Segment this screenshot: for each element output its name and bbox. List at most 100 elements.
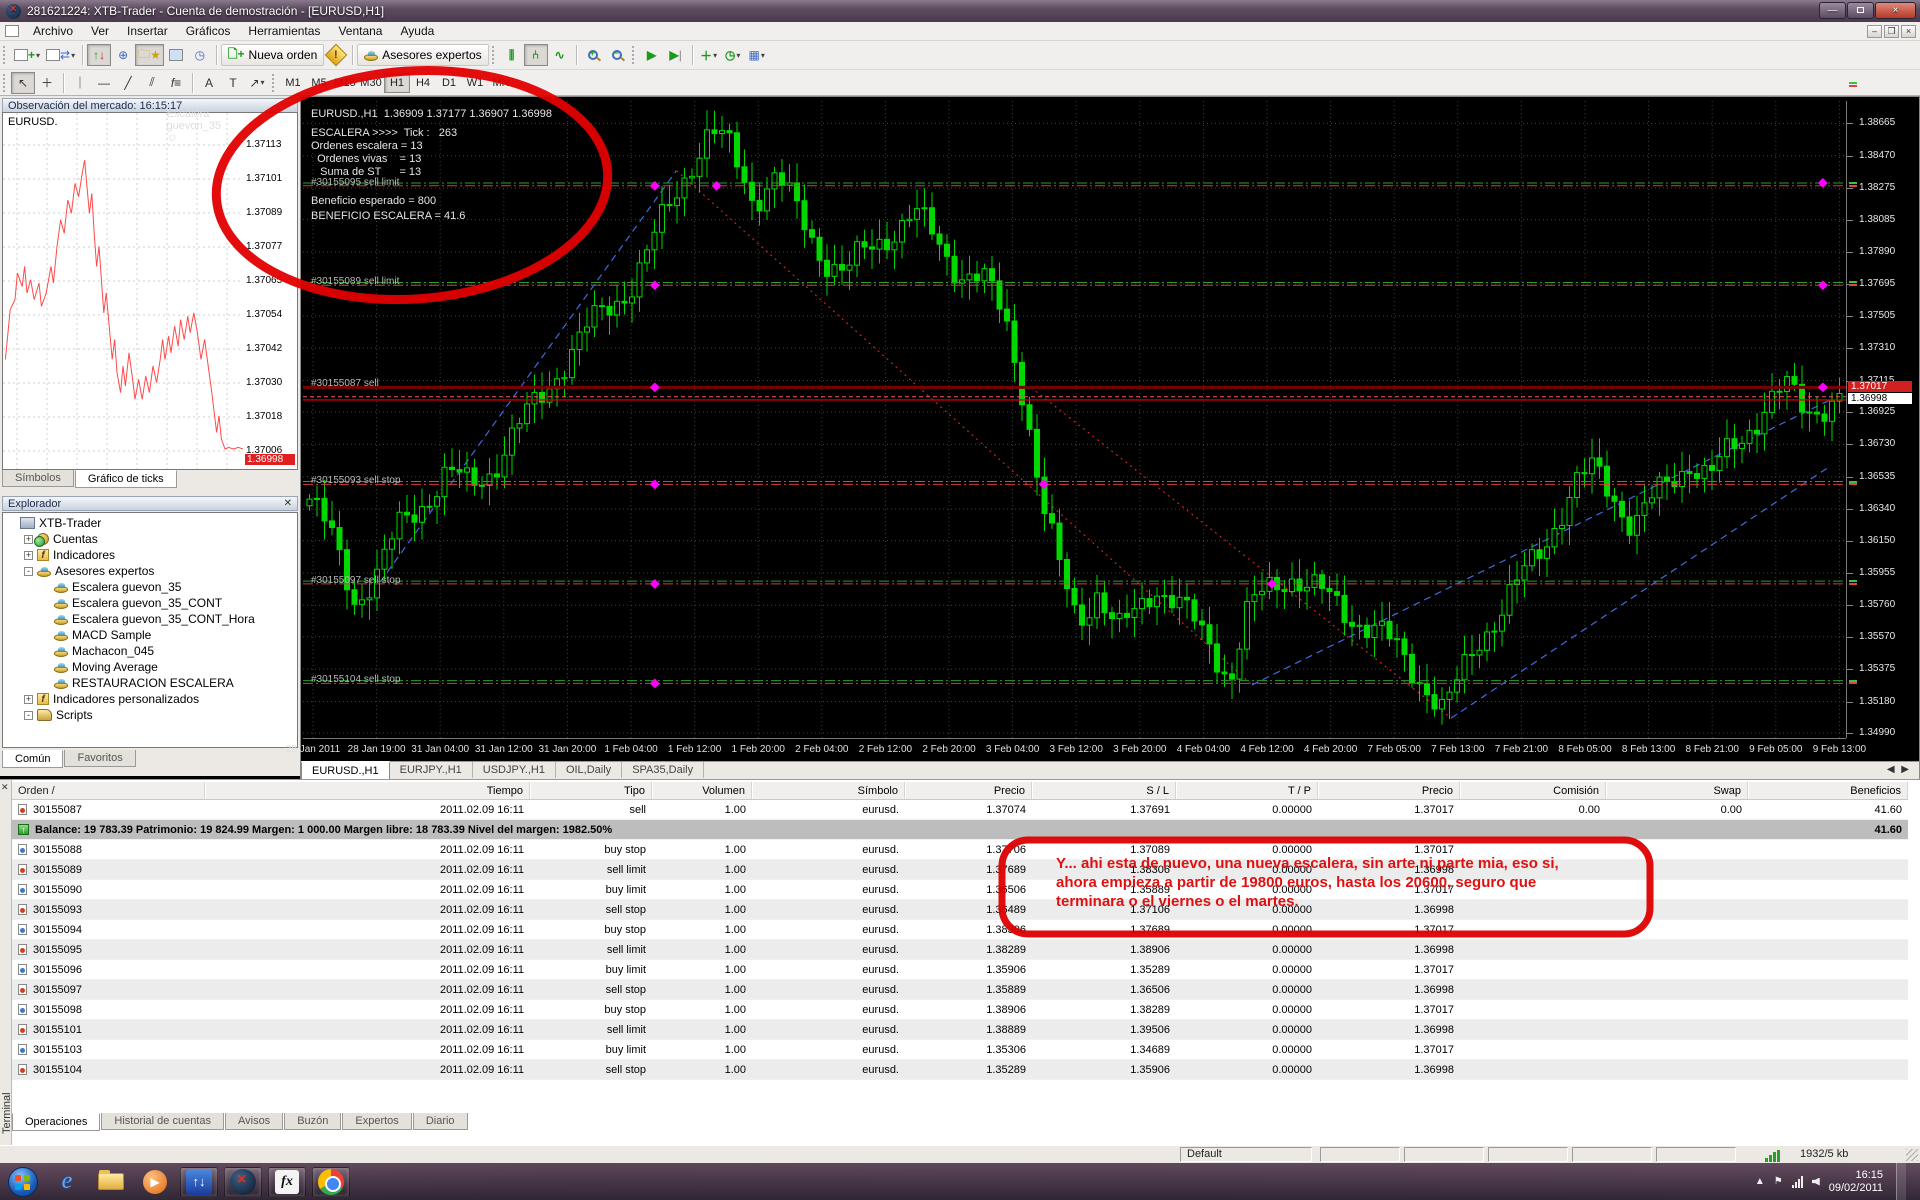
templates-button[interactable]: ▦▾ (745, 44, 769, 66)
tree-item-escalera-guevon-35[interactable]: Escalera guevon_35 (3, 579, 297, 595)
order-row-30155090[interactable]: 301550902011.02.09 16:11buy limit1.00eur… (12, 880, 1908, 900)
terminal-tab-buz-n[interactable]: Buzón (284, 1113, 341, 1130)
tab-gr-fico-de-ticks[interactable]: Gráfico de ticks (75, 470, 177, 488)
tree-item-machacon-045[interactable]: Machacon_045 (3, 643, 297, 659)
terminal-close-icon[interactable]: ✕ (1, 782, 9, 793)
market-watch-button[interactable]: ↑↓ (87, 44, 111, 66)
tree-item-indicadores[interactable]: +fIndicadores (3, 547, 297, 563)
column-header-comisi-n[interactable]: Comisión (1460, 782, 1606, 799)
profiles-button[interactable]: ⇄▾ (43, 44, 78, 66)
chart-tab-eurusd-h1[interactable]: EURUSD.,H1 (301, 761, 390, 780)
tab-com-n[interactable]: Común (2, 750, 63, 768)
column-header-swap[interactable]: Swap (1606, 782, 1748, 799)
tree-expander[interactable]: + (24, 551, 33, 560)
internet-explorer-icon[interactable]: e (48, 1167, 86, 1197)
toolbar-grip[interactable] (272, 74, 277, 92)
start-button[interactable] (4, 1167, 42, 1197)
chart-tab-scroll-arrows[interactable]: ◀ ▶ (1879, 762, 1919, 777)
volume-icon[interactable] (1812, 1178, 1820, 1186)
timeframe-m30[interactable]: M30 (358, 73, 384, 93)
toolbar-grip[interactable] (3, 46, 8, 64)
timeframe-mn[interactable]: MN (488, 73, 514, 93)
timeframe-m5[interactable]: M5 (306, 73, 332, 93)
tree-expander[interactable]: + (24, 695, 33, 704)
tree-expander[interactable]: + (24, 535, 33, 544)
network-icon[interactable] (1792, 1176, 1803, 1188)
column-header-s-mbolo[interactable]: Símbolo (752, 782, 905, 799)
order-row-30155101[interactable]: 301551012011.02.09 16:11sell limit1.00eu… (12, 1020, 1908, 1040)
column-header-beneficios[interactable]: Beneficios (1748, 782, 1908, 799)
order-row-30155103[interactable]: 301551032011.02.09 16:11buy limit1.00eur… (12, 1040, 1908, 1060)
menu-insertar[interactable]: Insertar (118, 23, 177, 39)
fibonacci-tool[interactable]: f≡ (164, 72, 188, 94)
indicators-button[interactable]: ＋▾ (697, 44, 721, 66)
tree-item-scripts[interactable]: -Scripts (3, 707, 297, 723)
order-row-30155097[interactable]: 301550972011.02.09 16:11sell stop1.00eur… (12, 980, 1908, 1000)
chart-tab-eurjpy-h1[interactable]: EURJPY.,H1 (390, 762, 473, 778)
terminal-tab-expertos[interactable]: Expertos (342, 1113, 411, 1130)
tray-expand-icon[interactable]: ▲ (1755, 1176, 1765, 1187)
horizontal-line-tool[interactable]: — (92, 72, 116, 94)
tree-item-asesores-expertos[interactable]: -Asesores expertos (3, 563, 297, 579)
tree-item-restauracion-escalera[interactable]: RESTAURACION ESCALERA (3, 675, 297, 691)
menu-ayuda[interactable]: Ayuda (391, 23, 443, 39)
chart-shift-button[interactable]: ▶| (664, 44, 688, 66)
restore-button[interactable] (1847, 2, 1874, 19)
tab-favoritos[interactable]: Favoritos (64, 750, 135, 767)
zoom-out-button[interactable]: − (605, 44, 629, 66)
column-header-precio[interactable]: Precio (905, 782, 1032, 799)
new-order-button[interactable]: 🗋+Nueva orden (221, 44, 324, 66)
column-header-precio[interactable]: Precio (1318, 782, 1460, 799)
terminal-panel-button[interactable] (164, 44, 188, 66)
trendline-tool[interactable]: ╱ (116, 72, 140, 94)
menu-ventana[interactable]: Ventana (329, 23, 391, 39)
price-axis[interactable]: 1.37017 1.36998 1.386651.384701.382751.3… (1846, 101, 1919, 738)
close-button[interactable]: × (1875, 2, 1916, 19)
tree-item-moving-average[interactable]: Moving Average (3, 659, 297, 675)
taskbar-clock[interactable]: 16:15 09/02/2011 (1829, 1169, 1883, 1195)
crosshair-tool[interactable]: ＋ (35, 72, 59, 94)
navigator-button[interactable]: 🗀★ (135, 44, 164, 66)
show-desktop-button[interactable] (1896, 1163, 1906, 1200)
column-header-tiempo[interactable]: Tiempo (205, 782, 530, 799)
menu-archivo[interactable]: Archivo (24, 23, 82, 39)
terminal-tab-operaciones[interactable]: Operaciones (12, 1113, 100, 1131)
tree-item-indicadores-personalizados[interactable]: +fIndicadores personalizados (3, 691, 297, 707)
data-window-button[interactable]: ⊕ (111, 44, 135, 66)
minimize-button[interactable]: — (1819, 2, 1846, 19)
tree-item-macd-sample[interactable]: MACD Sample (3, 627, 297, 643)
tab-s-mbolos[interactable]: Símbolos (2, 470, 74, 487)
timeframe-m15[interactable]: M15 (332, 73, 358, 93)
terminal-tab-historial-de-cuentas[interactable]: Historial de cuentas (101, 1113, 224, 1130)
order-row-30155093[interactable]: 301550932011.02.09 16:11sell stop1.00eur… (12, 900, 1908, 920)
timeframe-h1[interactable]: H1 (384, 73, 410, 93)
chart-window[interactable]: EURUSD.,H1 1.36909 1.37177 1.36907 1.369… (300, 96, 1920, 779)
order-row-30155088[interactable]: 301550882011.02.09 16:11buy stop1.00euru… (12, 840, 1908, 860)
new-chart-button[interactable]: +▾ (11, 44, 43, 66)
tree-expander[interactable]: - (24, 567, 33, 576)
order-row-30155094[interactable]: 301550942011.02.09 16:11buy stop1.00euru… (12, 920, 1908, 940)
order-row-30155087[interactable]: 301550872011.02.09 16:11sell1.00eurusd.1… (12, 800, 1908, 820)
column-header-orden-[interactable]: Orden / (12, 782, 205, 799)
menu-ver[interactable]: Ver (82, 23, 118, 39)
navigator-close-icon[interactable]: ✕ (284, 498, 292, 509)
resize-grip[interactable] (1906, 1149, 1918, 1161)
column-header-volumen[interactable]: Volumen (652, 782, 752, 799)
column-header-tipo[interactable]: Tipo (530, 782, 652, 799)
bar-chart-button[interactable]: ⫼ (500, 44, 524, 66)
action-center-flag-icon[interactable]: ⚑ (1774, 1176, 1783, 1187)
order-row-30155095[interactable]: 301550952011.02.09 16:11sell limit1.00eu… (12, 940, 1908, 960)
media-player-icon[interactable]: ▶ (136, 1167, 174, 1197)
candlestick-chart-button[interactable]: ⑃ (524, 44, 548, 66)
chart-tab-oil-daily[interactable]: OIL,Daily (556, 762, 622, 778)
profile-selector[interactable]: Default (1180, 1147, 1312, 1162)
tree-expander[interactable]: - (24, 711, 33, 720)
timeframe-m1[interactable]: M1 (280, 73, 306, 93)
tree-item-cuentas[interactable]: +Cuentas (3, 531, 297, 547)
menu-herramientas[interactable]: Herramientas (239, 23, 329, 39)
child-minimize-button[interactable]: – (1867, 25, 1882, 38)
tree-item-escalera-guevon-35-cont[interactable]: Escalera guevon_35_CONT (3, 595, 297, 611)
tree-item-xtb-trader[interactable]: XTB-Trader (3, 515, 297, 531)
text-label-tool[interactable]: T (221, 72, 245, 94)
periods-button[interactable]: ◷▾ (721, 44, 745, 66)
